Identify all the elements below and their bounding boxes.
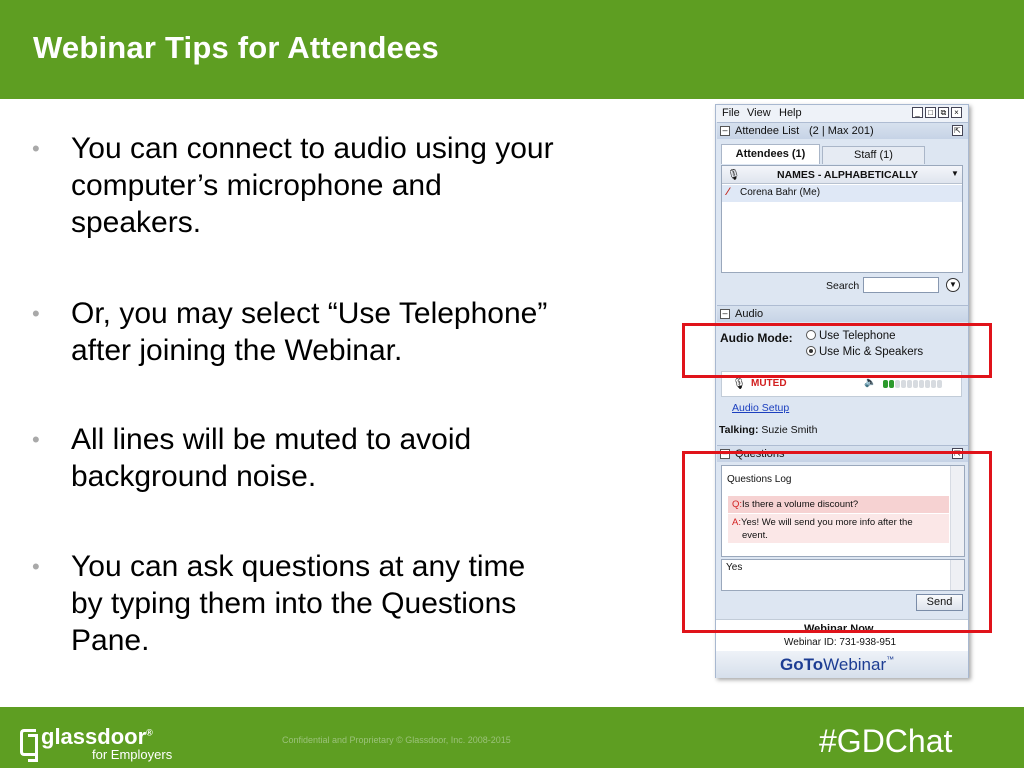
list-item[interactable]: ⁄ Corena Bahr (Me) — [722, 185, 962, 202]
speaker-icon[interactable]: 🔈 — [864, 377, 876, 388]
tab-staff[interactable]: Staff (1) — [822, 146, 925, 164]
bullet-line: All lines will be muted to avoid — [71, 423, 472, 456]
mic-icon: 🎙 — [727, 169, 741, 181]
collapse-icon[interactable]: – — [720, 126, 730, 136]
menu-file[interactable]: File — [722, 107, 740, 119]
audio-header[interactable]: – Audio — [717, 305, 968, 322]
audio-label: Audio — [735, 308, 764, 320]
menu-view[interactable]: View — [747, 107, 771, 119]
attendee-list-label: Attendee List — [735, 125, 800, 137]
bullet-line: after joining the Webinar. — [71, 334, 403, 367]
mic-icon: 🎙 — [732, 378, 746, 390]
attendee-count: (2 | Max 201) — [809, 125, 874, 137]
bullet-line: You can ask questions at any time — [71, 550, 526, 583]
glassdoor-door-icon — [20, 729, 38, 762]
collapse-icon[interactable]: – — [720, 309, 730, 319]
search-input[interactable] — [863, 277, 939, 293]
talking-indicator: Talking: Suzie Smith — [719, 424, 817, 436]
logo-word: glassdoor — [41, 724, 147, 749]
talking-name: Suzie Smith — [761, 424, 818, 436]
chevron-down-icon[interactable]: ▼ — [946, 278, 960, 292]
hashtag: #GDChat — [819, 723, 953, 759]
bullet-line: speakers. — [71, 206, 202, 239]
restore-icon[interactable]: ⧉ — [938, 107, 949, 118]
audio-setup-link[interactable]: Audio Setup — [732, 402, 789, 414]
brand-webinar: Webinar — [823, 655, 887, 674]
menu-help[interactable]: Help — [779, 107, 802, 119]
attendee-name: Corena Bahr (Me) — [740, 187, 821, 198]
bullet-line: Pane. — [71, 624, 150, 657]
bullet-line: You can connect to audio using your — [71, 132, 554, 165]
names-column-header[interactable]: 🎙 NAMES - ALPHABETICALLY ▼ — [722, 166, 962, 184]
search-label: Search — [826, 280, 860, 292]
webinar-id: Webinar ID: 731-938-951 — [784, 637, 897, 648]
audio-highlight-box — [682, 323, 992, 378]
slide-title: Webinar Tips for Attendees — [33, 30, 439, 65]
popout-icon[interactable]: ⇱ — [952, 125, 963, 136]
slide-header: Webinar Tips for Attendees — [0, 0, 1024, 99]
questions-highlight-box — [682, 451, 992, 633]
names-sort-label: NAMES - ALPHABETICALLY — [777, 169, 918, 181]
attendee-list: 🎙 NAMES - ALPHABETICALLY ▼ ⁄ Corena Bahr… — [721, 165, 963, 273]
volume-meter — [883, 378, 943, 390]
brand-goto: GoTo — [780, 655, 824, 674]
bullet-line: computer’s microphone and — [71, 169, 442, 202]
chevron-down-icon[interactable]: ▼ — [951, 169, 959, 178]
bullet-dot: • — [32, 136, 40, 161]
talking-label: Talking: — [719, 424, 759, 436]
logo-reg: ® — [146, 727, 153, 738]
panel-menubar: File View Help _ □ ⧉ × — [716, 105, 968, 122]
brand-text: GoToWebinar™ — [780, 655, 894, 675]
close-icon[interactable]: × — [951, 107, 962, 118]
bullet-dot: • — [32, 427, 40, 452]
bullet-line: background noise. — [71, 460, 317, 493]
logo-subtitle: for Employers — [92, 747, 173, 762]
maximize-icon[interactable]: □ — [925, 107, 936, 118]
bullet-dot: • — [32, 301, 40, 326]
attendee-list-header[interactable]: – Attendee List (2 | Max 201) ⇱ — [717, 122, 968, 139]
brand-tm: ™ — [886, 655, 895, 664]
bullet-line: by typing them into the Questions — [71, 587, 517, 620]
bullet-dot: • — [32, 554, 40, 579]
muted-label: MUTED — [751, 378, 787, 389]
minimize-icon[interactable]: _ — [912, 107, 923, 118]
confidential-notice: Confidential and Proprietary © Glassdoor… — [282, 735, 511, 745]
gotowebinar-logo: GoToWebinar™ — [716, 651, 968, 678]
slide-footer: glassdoor® for Employers Confidential an… — [0, 707, 1024, 768]
tab-attendees[interactable]: Attendees (1) — [721, 144, 820, 164]
bullet-line: Or, you may select “Use Telephone” — [71, 297, 548, 330]
muted-mic-icon: ⁄ — [727, 186, 729, 198]
